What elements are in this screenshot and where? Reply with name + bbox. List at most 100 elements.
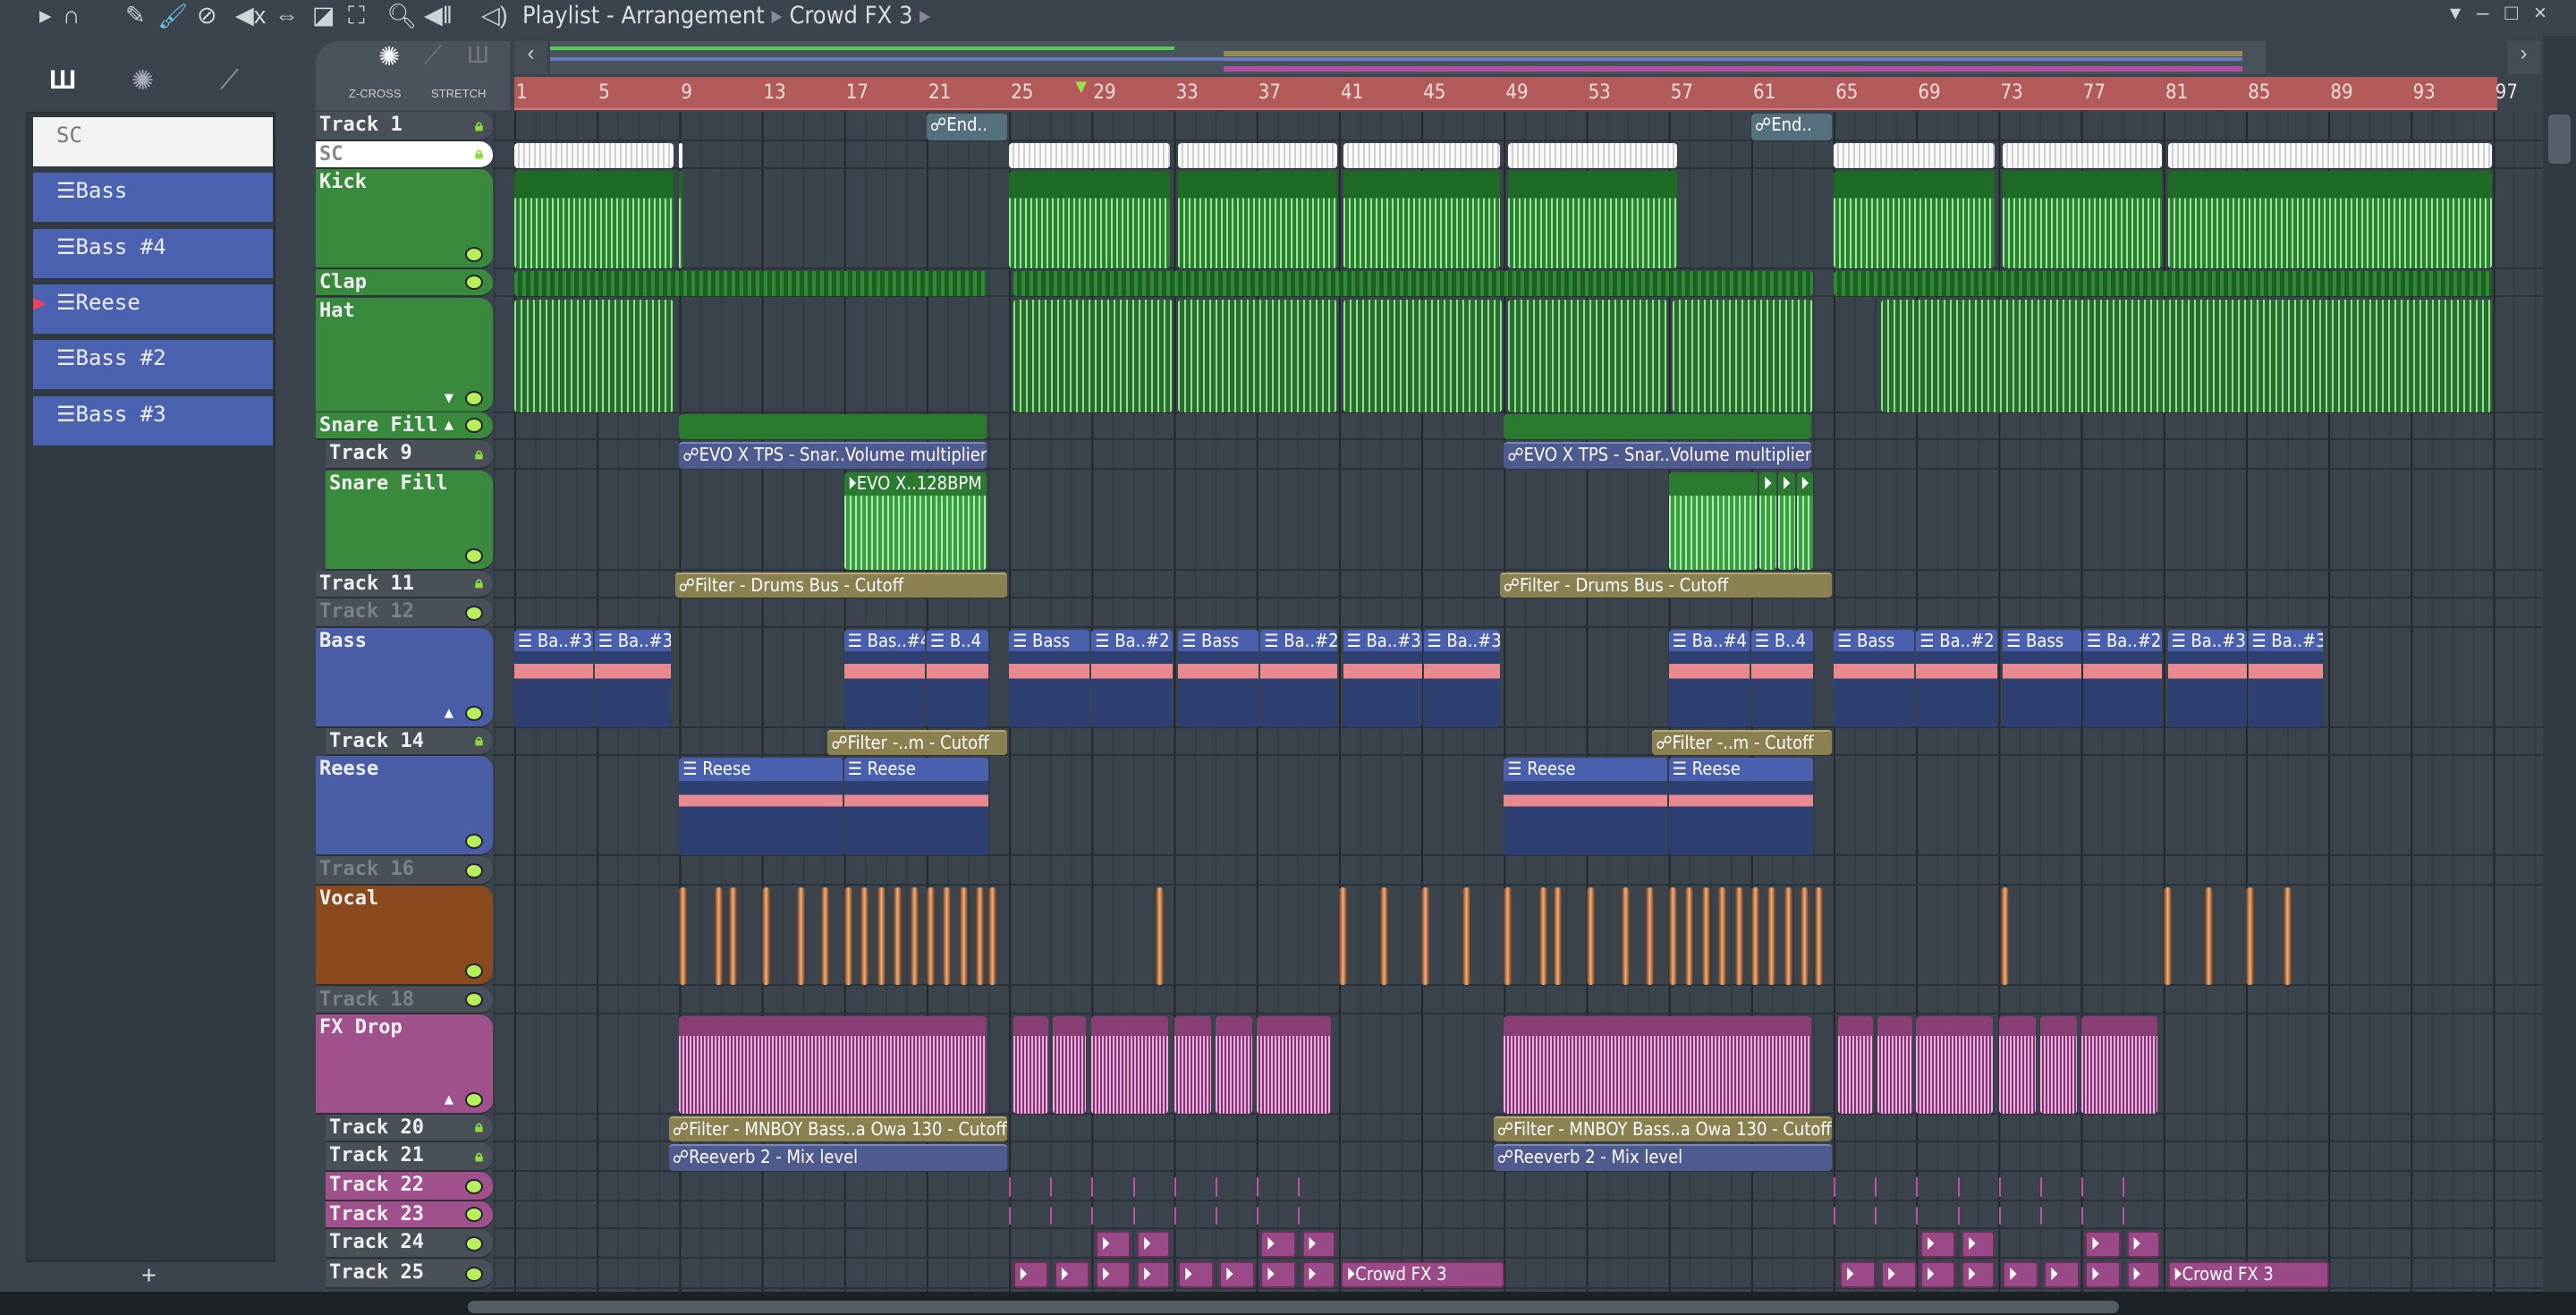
track-name[interactable]: Snare Fill [329, 472, 447, 495]
vocal-clip[interactable] [894, 887, 902, 985]
track-name[interactable]: Snare Fill [319, 414, 437, 437]
clip[interactable]: ⏵ [1301, 1231, 1335, 1258]
clip[interactable] [1343, 143, 1501, 168]
marker-clip[interactable] [1957, 1177, 1960, 1197]
track-lane-reese[interactable]: ☰ Reese ☰ Reese ☰ Reese ☰ Reese [493, 756, 2543, 856]
marker-clip[interactable] [1132, 1177, 1135, 1197]
collapse-arrow-icon[interactable]: ▲ [445, 416, 453, 434]
track-name[interactable]: Kick [319, 171, 367, 193]
track-header-track-16[interactable]: Track 16 [316, 856, 493, 886]
track-enable-led[interactable] [465, 1092, 483, 1107]
clip[interactable]: ⏵ [2085, 1261, 2121, 1288]
track-lane-track-21[interactable]: ☍Reeverb 2 - Mix level ☍Reeverb 2 - Mix l… [493, 1142, 2543, 1172]
vocal-clip[interactable] [2164, 887, 2172, 985]
picker-item-bass[interactable]: ☰Bass [33, 173, 273, 222]
track-name[interactable]: Track 20 [329, 1116, 424, 1139]
marker-clip[interactable] [1256, 1177, 1258, 1197]
clip[interactable] [1504, 1016, 1812, 1114]
marker-clip[interactable] [1834, 1207, 1836, 1225]
select-icon[interactable]: ⛶ [348, 2, 365, 30]
clip[interactable]: ☰ B..4 [1751, 630, 1814, 727]
track-header-track-18[interactable]: Track 18 [316, 987, 493, 1014]
clip[interactable] [1013, 271, 1814, 296]
automation-clip[interactable]: ☍EVO X TPS - Snar..Volume multiplier [1504, 442, 1812, 469]
clip[interactable]: ☰ Reese [843, 758, 989, 855]
clip[interactable]: ⏵EVO X..128BPM [843, 472, 987, 570]
vocal-clip[interactable] [959, 887, 968, 985]
clip[interactable] [1508, 171, 1678, 268]
clip[interactable] [514, 271, 987, 296]
marker-clip[interactable] [1297, 1177, 1300, 1197]
marker-clip[interactable] [1297, 1207, 1300, 1225]
vertical-scrollbar[interactable] [2543, 36, 2576, 1292]
track-name[interactable]: Track 14 [329, 730, 424, 752]
track-enable-led[interactable] [465, 1236, 483, 1251]
clip[interactable] [679, 1016, 987, 1114]
marker-clip[interactable] [1834, 1177, 1836, 1197]
vocal-clip[interactable] [1553, 887, 1562, 985]
vocal-clip[interactable] [988, 887, 997, 985]
horizontal-scrollbar[interactable] [0, 1292, 2576, 1315]
clip[interactable]: ☰ Ba..#4 [1668, 630, 1750, 727]
current-clip-name[interactable]: Crowd FX 3 [789, 2, 912, 30]
track-name[interactable]: Track 16 [319, 858, 414, 880]
clip[interactable]: ⏵ [1920, 1261, 1956, 1288]
track-lane-sc[interactable] [493, 141, 2543, 169]
vocal-clip[interactable] [1734, 887, 1743, 985]
clip[interactable]: ⏵ [1920, 1231, 1956, 1258]
clip[interactable] [1013, 1016, 1049, 1114]
clip[interactable] [1668, 472, 1758, 570]
breadcrumb-arrow[interactable]: ▸ [919, 2, 930, 30]
clip[interactable]: ☰ Ba..#2 [1916, 630, 1997, 727]
marker-clip[interactable] [2080, 1177, 2083, 1197]
playlist-grid[interactable]: ☍End.. ☍End.. ☍EVO X TPS - Snar..Volume mu… [493, 112, 2543, 1292]
automation-clip[interactable]: ☍Filter - MNBOY Bass..a Owa 130 - Cutoff [1493, 1116, 1833, 1141]
zoom-icon[interactable]: 🔍︎ [386, 2, 417, 30]
track-name[interactable]: Track 9 [329, 442, 412, 464]
track-header-hat[interactable]: Hat ▼ [316, 298, 493, 413]
play-arrow-icon[interactable]: ▸ [39, 2, 52, 30]
clip[interactable] [1837, 1016, 1874, 1114]
track-lane-track-24[interactable]: ⏵ ⏵ ⏵ ⏵ ⏵ ⏵ ⏵ ⏵ [493, 1229, 2543, 1259]
vocal-clip[interactable] [843, 887, 852, 985]
picker-item-bass-2[interactable]: ☰Bass #2 [33, 340, 273, 389]
clip[interactable] [1343, 171, 1501, 268]
clip[interactable]: ⏵ [1840, 1261, 1876, 1288]
clip[interactable] [2003, 143, 2162, 168]
clip[interactable]: ⏵ [1759, 472, 1776, 570]
clip[interactable]: ☰ Reese [1504, 758, 1667, 855]
picker-item-reese[interactable]: ▶ ☰Reese [33, 284, 273, 334]
track-header-bass[interactable]: Bass ▲ [316, 628, 493, 728]
marker-clip[interactable] [1916, 1177, 1919, 1197]
scrollbar-thumb[interactable] [468, 1301, 2119, 1313]
marker-clip[interactable] [1050, 1207, 1053, 1225]
vocal-clip[interactable] [1155, 887, 1164, 985]
clip[interactable] [1673, 300, 1814, 412]
track-lane-track-23[interactable] [493, 1201, 2543, 1229]
playback-icon[interactable]: ◀‖ [424, 2, 453, 30]
vocal-clip[interactable] [1784, 887, 1792, 985]
vocal-clip[interactable] [1504, 887, 1513, 985]
track-enable-led[interactable] [465, 418, 483, 433]
vocal-clip[interactable] [2205, 887, 2214, 985]
clip[interactable]: ☰ Bass [2003, 630, 2082, 727]
mute-icon[interactable]: ◀x [235, 2, 266, 30]
track-header-track-24[interactable]: Track 24 [326, 1229, 493, 1259]
track-lane-bass[interactable]: ☰ Ba..#3 ☰ Ba..#3 ☰ Bas..#4 ☰ B..4 ☰ Bass ☰ B… [493, 628, 2543, 728]
automation-clip[interactable]: ☍End.. [1751, 114, 1833, 140]
clip[interactable] [2167, 143, 2492, 168]
track-lane-track-11[interactable]: ☍Filter - Drums Bus - Cutoff ☍Filter - Dr… [493, 571, 2543, 598]
vocal-clip[interactable] [728, 887, 737, 985]
vocal-clip[interactable] [2246, 887, 2255, 985]
track-enable-led[interactable] [465, 275, 483, 290]
maximize-button[interactable]: □ [2504, 1, 2534, 25]
vocal-clip[interactable] [761, 887, 770, 985]
track-lane-kick[interactable] [493, 169, 2543, 269]
track-enable-led[interactable] [465, 391, 483, 406]
clip[interactable]: ⏵ [2126, 1231, 2160, 1258]
track-lane-track-14[interactable]: ☍Filter -..m - Cutoff ☍Filter -..m - Cuto… [493, 728, 2543, 756]
track-lane-snare-fill[interactable] [493, 412, 2543, 440]
lock-icon[interactable]: 🔒︎ [475, 445, 483, 463]
marker-clip[interactable] [1009, 1207, 1012, 1225]
marker-clip[interactable] [1091, 1207, 1094, 1225]
